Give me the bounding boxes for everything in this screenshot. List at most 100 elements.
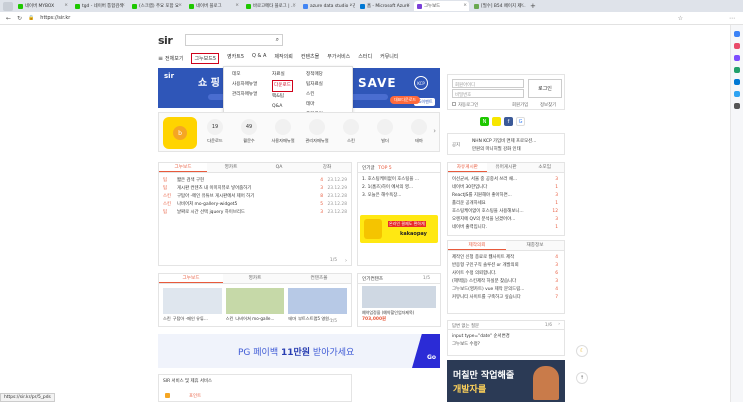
submenu-item[interactable]: 관리자매뉴얼 bbox=[232, 90, 257, 100]
qa-item[interactable]: input type="date" 순서변경 bbox=[452, 333, 560, 341]
list-item[interactable]: ReactJS를 지원해야 좋아하면... 3 bbox=[452, 192, 560, 200]
kakao-icon[interactable] bbox=[492, 117, 501, 126]
nav-item[interactable]: Q & A bbox=[252, 53, 266, 64]
board-row[interactable]: 스킨 구탑아 -메인 유튜브 게시판에서 제어 하기 8 23.12.28 bbox=[163, 193, 347, 201]
new-tab-button[interactable]: + bbox=[530, 2, 536, 10]
popular-item[interactable]: 1. 호스팅케이없이 호스팅을 ... bbox=[362, 176, 436, 184]
submenu-item[interactable]: 데모 bbox=[232, 70, 257, 80]
panel-tab[interactable]: 컨텐츠몰 bbox=[287, 274, 351, 283]
nav-all[interactable]: 전체보기 bbox=[165, 55, 183, 62]
board-row[interactable]: 팁 짧은 검색 구현 4 23.12.29 bbox=[163, 177, 347, 185]
panel-tab[interactable]: 유머게시판 bbox=[486, 163, 526, 172]
signup-link[interactable]: 회원가입 bbox=[512, 102, 528, 108]
gallery-item[interactable]: 스킨 나비어쳐 mo-galle... bbox=[225, 288, 285, 322]
settings-more-icon[interactable]: ⋯ bbox=[729, 15, 735, 22]
submenu-item[interactable]: 테마 bbox=[306, 100, 323, 110]
pg-payback-banner[interactable]: PG 페이백 11만원 받아가세요 Go bbox=[158, 334, 440, 368]
board-next-icon[interactable]: › bbox=[345, 258, 347, 264]
submenu-item[interactable]: 정적매당 bbox=[306, 70, 323, 80]
back-icon[interactable]: ← bbox=[6, 15, 11, 22]
tab-close-icon[interactable]: × bbox=[292, 3, 296, 8]
password-input[interactable]: 비밀번호 bbox=[452, 89, 524, 98]
search-icon[interactable]: ⌕ bbox=[276, 36, 279, 44]
panel-tab[interactable]: 그누보드 bbox=[159, 163, 207, 172]
browser-tab[interactable]: [필수] B54 페이지 제... × bbox=[471, 1, 526, 11]
list-item[interactable]: 네이버 30한입니다 1 bbox=[452, 184, 560, 192]
nav-item[interactable]: 제작의뢰 bbox=[274, 53, 292, 64]
list-item[interactable]: (헤택됨) 스킨제작 하실분 찾습니다 3 bbox=[452, 278, 560, 286]
submenu-item[interactable]: Q&A bbox=[272, 102, 293, 112]
quick-item[interactable]: 빌더 bbox=[373, 117, 397, 144]
submenu-item[interactable]: 자료실 bbox=[272, 70, 293, 80]
qa-item[interactable]: 그누보드 수정? bbox=[452, 341, 560, 349]
pg-banner-go[interactable]: Go bbox=[412, 334, 440, 368]
developer-ad[interactable]: 머칠만 작업해줄 개발자를 bbox=[447, 360, 565, 402]
nav-item[interactable]: 영카트5 bbox=[227, 53, 244, 64]
gallery-item[interactable]: 스킨 구탑아 -메인 유튜... bbox=[163, 288, 222, 322]
submenu-item[interactable]: 스킨 bbox=[306, 90, 323, 100]
tab-close-icon[interactable]: × bbox=[121, 3, 125, 8]
browser-tab[interactable]: 홈 - Microsoft Azure × bbox=[357, 1, 412, 11]
tab-close-icon[interactable]: × bbox=[178, 3, 182, 8]
panel-tab[interactable]: 자유게시판 bbox=[448, 163, 487, 172]
quick-prev-icon[interactable]: b bbox=[163, 117, 197, 149]
refresh-icon[interactable]: ↻ bbox=[17, 15, 22, 22]
browser-tab[interactable]: azure data studio - 검 × bbox=[300, 1, 355, 11]
auto-login-checkbox[interactable] bbox=[452, 102, 456, 106]
member-id-input[interactable]: 회원아이디 bbox=[452, 79, 524, 88]
popular-item[interactable]: 3. 오늘은 해수욕장... bbox=[362, 192, 436, 200]
nav-item[interactable]: 부가서비스 bbox=[327, 53, 350, 64]
login-button[interactable]: 로그인 bbox=[528, 79, 562, 98]
list-item[interactable]: 커뮤니티 사이트를 구축하고 싶습니다 7 bbox=[452, 294, 560, 302]
search-icon[interactable] bbox=[734, 31, 740, 37]
submenu-item[interactable]: 사용자매뉴얼 bbox=[232, 80, 257, 90]
browser-tab[interactable]: 그누보드 × bbox=[414, 1, 469, 11]
list-item[interactable]: 그누보드(영카트) vue 제작 문의드림... 4 bbox=[452, 286, 560, 294]
list-item[interactable]: 네이버 출력입니다. 1 bbox=[452, 224, 560, 232]
browser-tab[interactable]: (스크랩) 주요 포함 요 × bbox=[129, 1, 184, 11]
services-point[interactable]: 포인트 bbox=[189, 393, 201, 399]
quick-item[interactable]: 19 다운로드 bbox=[203, 117, 227, 144]
panel-tab[interactable]: 재충정보 bbox=[506, 241, 564, 250]
panel-tab[interactable]: 강좌 bbox=[303, 163, 351, 172]
site-logo[interactable]: sir bbox=[158, 34, 173, 47]
panel-tab[interactable]: 제작의뢰 bbox=[448, 241, 506, 250]
window-menu-icon[interactable] bbox=[3, 1, 13, 11]
submenu-item[interactable]: 다운로드 bbox=[272, 80, 293, 92]
list-item[interactable]: 호스팅케이없이 호스팅을 사용해보니... 12 bbox=[452, 208, 560, 216]
nav-item[interactable]: 그누보드5 bbox=[191, 52, 220, 64]
favorite-star-icon[interactable]: ☆ bbox=[678, 15, 683, 22]
browser-tab[interactable]: tgd - 네이버 통합검색 × bbox=[72, 1, 127, 11]
tab-close-icon[interactable]: × bbox=[406, 3, 410, 8]
tab-close-icon[interactable]: × bbox=[520, 3, 524, 8]
list-item[interactable]: 사이트 수정 의뢰합니다. 6 bbox=[452, 270, 560, 278]
quick-next-icon[interactable]: › bbox=[433, 127, 436, 135]
outlook-icon[interactable] bbox=[734, 79, 740, 85]
browser-tab[interactable]: 네이버 MYBOX × bbox=[15, 1, 70, 11]
board-row[interactable]: 팁 게시판 컨텐츠 내 이미지뷰로 넣어줍하기 3 23.12.29 bbox=[163, 185, 347, 193]
tab-close-icon[interactable]: × bbox=[235, 3, 239, 8]
scroll-top-icon[interactable]: ↑ bbox=[576, 372, 588, 384]
find-info-link[interactable]: 정보찾기 bbox=[540, 102, 556, 108]
tab-close-icon[interactable]: × bbox=[64, 3, 68, 8]
nav-item[interactable]: 컨텐츠몰 bbox=[301, 53, 319, 64]
tab-close-icon[interactable]: × bbox=[349, 3, 353, 8]
banner-download-pill[interactable]: 대표다운로드 bbox=[390, 96, 421, 104]
shopping-icon[interactable] bbox=[734, 43, 740, 49]
list-item[interactable]: 제작인 신청 종료로 웹사이트 제작 4 bbox=[452, 254, 560, 262]
panel-tab[interactable]: QA bbox=[255, 163, 303, 172]
panel-tab[interactable]: 영카트 bbox=[223, 274, 287, 283]
quick-item[interactable]: 관리자매뉴얼 bbox=[305, 117, 329, 144]
submenu-item[interactable]: 팁자료실 bbox=[306, 80, 323, 90]
list-item[interactable]: 이선균씨, 서울 중 공중서 쓰러 채... 3 bbox=[452, 176, 560, 184]
games-icon[interactable] bbox=[734, 67, 740, 73]
all-menu-icon[interactable]: ≡ bbox=[158, 55, 163, 62]
tools-icon[interactable] bbox=[734, 55, 740, 61]
naver-icon[interactable]: N bbox=[480, 117, 489, 126]
quick-item[interactable]: 사용자매뉴얼 bbox=[271, 117, 295, 144]
quick-item[interactable]: 스킨 bbox=[339, 117, 363, 144]
nav-item[interactable]: 커뮤니티 bbox=[380, 53, 398, 64]
darkmode-toggle-icon[interactable]: ☾ bbox=[576, 345, 588, 357]
kakaopay-ad[interactable]: 온라인 결제도 편하게 kakaopay bbox=[360, 215, 438, 243]
notice-line-2[interactable]: 만원의 마니허필 강화 인태 bbox=[472, 146, 521, 152]
